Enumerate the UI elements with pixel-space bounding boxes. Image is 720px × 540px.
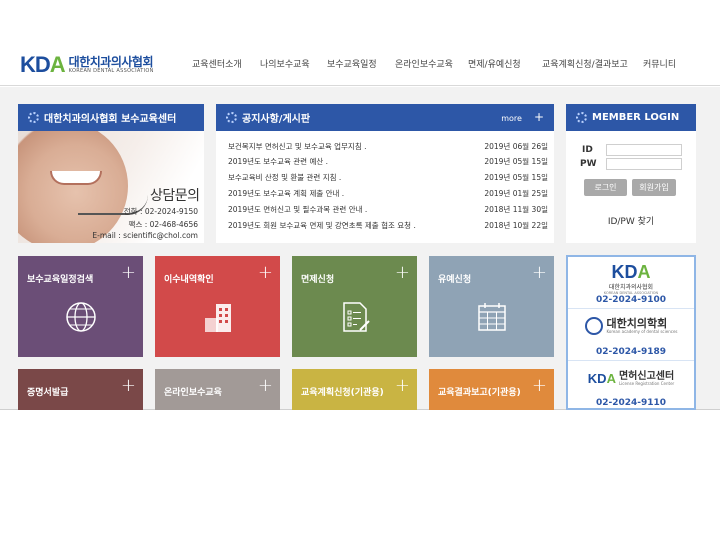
login-header-label: MEMBER LOGIN: [592, 112, 680, 123]
notice-title: 2019년도 보수교육 관련 예산 .: [228, 157, 329, 166]
loading-dots-icon: [28, 112, 39, 123]
tile-label: 면제신청: [301, 275, 335, 285]
consultation-banner: 상담문의 전화 : 02-2024-9150 팩스 : 02-468-4656 …: [18, 131, 204, 243]
loading-dots-icon: [576, 112, 587, 123]
notice-title: 보건복지부 면허신고 및 보수교육 업무지침 .: [228, 142, 367, 151]
contact-phone: 02-2024-9100: [595, 295, 667, 305]
id-label: ID: [582, 145, 593, 155]
contact-kda[interactable]: KDA 대한치과의사협회 KOREAN DENTAL ASSOCIATION 0…: [568, 257, 694, 309]
contact-academy[interactable]: 대한치의학회 Korean academy of dental sciences…: [568, 309, 694, 361]
promo-header: 대한치과의사협회 보수교육센터: [18, 104, 204, 131]
tile-deferral[interactable]: 유예신청 +: [429, 256, 554, 357]
join-button[interactable]: 회원가입: [632, 179, 676, 196]
plus-icon: +: [394, 262, 410, 283]
academy-name-en: Korean academy of dental sciences: [606, 328, 678, 334]
nav-item-my-education[interactable]: 나의보수교육: [260, 57, 310, 70]
plus-icon: +: [533, 110, 544, 124]
globe-icon: [66, 302, 96, 332]
tile-schedule-search[interactable]: 보수교육일정검색 +: [18, 256, 143, 357]
notice-date: 2019년 06월 26일: [484, 142, 548, 151]
notice-more-link[interactable]: more +: [501, 104, 544, 131]
notice-date: 2018년 11월 30일: [484, 205, 548, 214]
related-sites-panel: KDA 대한치과의사협회 KOREAN DENTAL ASSOCIATION 0…: [566, 255, 696, 410]
nav-item-plan-report[interactable]: 교육계획신청/결과보고: [542, 57, 628, 70]
consultation-email: E-mail : scientific@chol.com: [92, 231, 198, 240]
main-nav: 교육센터소개 나의보수교육 보수교육일정 온라인보수교육 면제/유예신청 교육계…: [0, 57, 720, 71]
tile-label: 보수교육일정검색: [27, 275, 94, 285]
promo-header-label: 대한치과의사협회 보수교육센터: [44, 114, 177, 125]
consultation-phone: 전화 : 02-2024-9150: [123, 207, 198, 216]
consultation-fax: 팩스 : 02-468-4656: [128, 220, 198, 229]
find-id-pw-link[interactable]: ID/PW 찾기: [566, 214, 696, 227]
tile-label: 온라인보수교육: [164, 388, 222, 398]
academy-emblem-icon: [584, 317, 603, 335]
tile-certificate[interactable]: 증명서발급 +: [18, 369, 143, 410]
kda-logo-ko: 대한치과의사협회: [608, 284, 654, 291]
notice-date: 2019년 05월 15일: [484, 157, 548, 166]
contact-phone: 02-2024-9110: [595, 398, 667, 408]
password-input[interactable]: [606, 158, 682, 170]
tile-online-education[interactable]: 온라인보수교육 +: [155, 369, 280, 410]
id-input[interactable]: [606, 144, 682, 156]
license-center-name-en: License Registration Center: [618, 381, 675, 386]
academy-logo: 대한치의학회 Korean academy of dental sciences: [568, 317, 694, 335]
member-login-panel: MEMBER LOGIN ID PW 로그인 회원가입 ID/PW 찾기: [566, 104, 696, 243]
tile-label: 교육계획신청(기관용): [301, 388, 384, 398]
document-edit-icon: [343, 302, 370, 332]
contact-license-center[interactable]: KDA 면허신고센터 License Registration Center 0…: [568, 361, 694, 408]
tile-label: 교육결과보고(기관용): [438, 388, 521, 398]
building-icon: [205, 304, 231, 332]
more-label: more: [501, 114, 522, 123]
nav-item-exemption-deferral[interactable]: 면제/유예신청: [468, 57, 521, 70]
tile-label: 이수내역확인: [164, 275, 214, 285]
plus-icon: +: [120, 375, 136, 396]
contact-phone: 02-2024-9189: [595, 347, 667, 357]
nav-item-schedule[interactable]: 보수교육일정: [327, 57, 377, 70]
loading-dots-icon: [226, 112, 237, 123]
tile-exemption[interactable]: 면제신청 +: [292, 256, 417, 357]
tile-completion-check[interactable]: 이수내역확인 +: [155, 256, 280, 357]
kda-logo: KDA 대한치과의사협회 KOREAN DENTAL ASSOCIATION: [568, 263, 694, 295]
notice-date: 2019년 05월 15일: [484, 173, 548, 182]
tile-label: 유예신청: [438, 275, 472, 285]
consultation-title: 상담문의: [150, 188, 200, 204]
notice-header: 공지사항/게시판 more +: [216, 104, 554, 131]
notice-panel: 공지사항/게시판 more + 보건복지부 면허신고 및 보수교육 업무지침 . 2…: [216, 104, 554, 243]
notice-title: 2019년도 보수교육 계획 제출 안내 .: [228, 189, 345, 198]
login-button[interactable]: 로그인: [584, 179, 627, 196]
license-center-logo: KDA 면허신고센터 License Registration Center: [587, 371, 675, 387]
notice-date: 2019년 01월 25일: [484, 189, 548, 198]
notice-date: 2018년 10월 22일: [484, 221, 548, 230]
nav-item-online-education[interactable]: 온라인보수교육: [395, 57, 453, 70]
plus-icon: +: [531, 262, 547, 283]
plus-icon: +: [394, 375, 410, 396]
smiling-person-image: [18, 131, 128, 243]
plus-icon: +: [531, 375, 547, 396]
notice-title: 2019년도 회원 보수교육 면제 및 강연초록 제출 협조 요청 .: [228, 221, 416, 230]
notice-title: 보수교육비 산정 및 환불 관련 지침 .: [228, 173, 342, 182]
pw-label: PW: [580, 159, 597, 169]
login-header: MEMBER LOGIN: [566, 104, 696, 131]
plus-icon: +: [257, 262, 273, 283]
tile-result-report[interactable]: 교육결과보고(기관용) +: [429, 369, 554, 410]
site-header: KDA 대한치과의사협회 KOREAN DENTAL ASSOCIATION 교…: [0, 0, 720, 86]
plus-icon: +: [120, 262, 136, 283]
smile-image: [50, 171, 102, 185]
plus-icon: +: [257, 375, 273, 396]
notice-header-label: 공지사항/게시판: [242, 114, 311, 125]
nav-item-center-intro[interactable]: 교육센터소개: [192, 57, 242, 70]
notice-title: 2019년도 면허신고 및 필수과목 관련 안내 .: [228, 205, 368, 214]
tile-label: 증명서발급: [27, 388, 69, 398]
calendar-icon: [478, 303, 506, 331]
nav-item-community[interactable]: 커뮤니티: [643, 57, 676, 70]
tile-plan-application[interactable]: 교육계획신청(기관용) +: [292, 369, 417, 410]
